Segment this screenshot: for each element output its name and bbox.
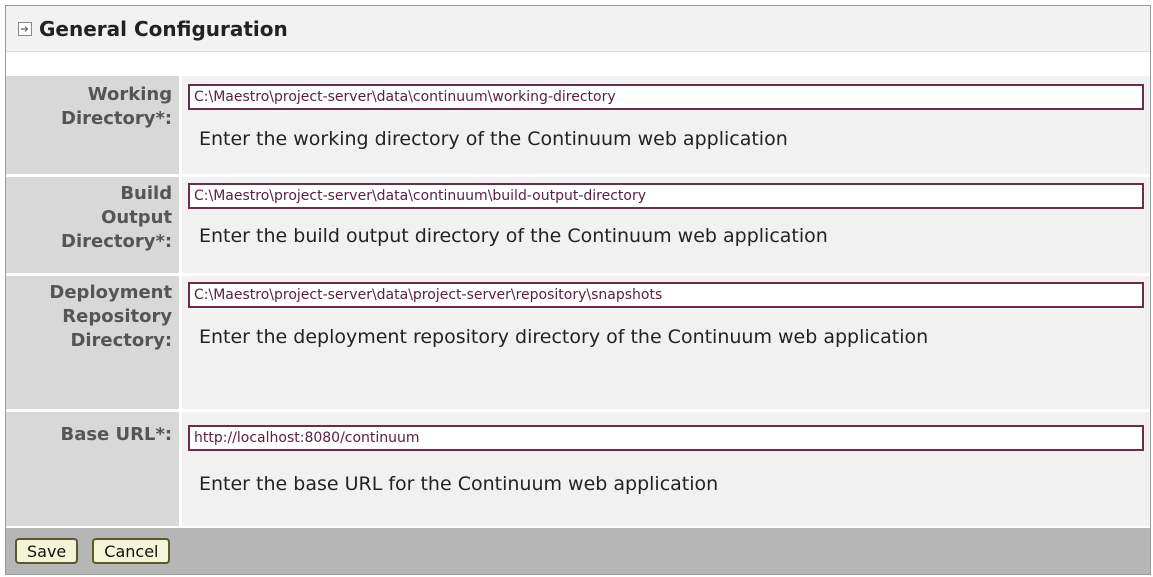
field-row-working-directory: Working Directory*: Enter the working di… bbox=[6, 73, 1150, 177]
label-line: Directory*: bbox=[61, 231, 173, 252]
label-line: Deployment bbox=[49, 282, 173, 303]
label-line: Repository bbox=[62, 306, 173, 327]
label-line: Working bbox=[87, 84, 173, 105]
label-line: Build bbox=[120, 183, 173, 204]
collapse-arrow-icon[interactable] bbox=[18, 21, 32, 36]
section-title: General Configuration bbox=[39, 16, 288, 41]
field-cell: Enter the deployment repository director… bbox=[182, 276, 1150, 412]
deployment-repository-directory-input[interactable] bbox=[188, 282, 1144, 308]
field-row-build-output-directory: Build Output Directory*: Enter the build… bbox=[6, 174, 1150, 276]
field-help-text: Enter the working directory of the Conti… bbox=[199, 128, 788, 150]
label-line: Directory*: bbox=[61, 108, 173, 129]
field-cell: Enter the build output directory of the … bbox=[182, 177, 1150, 276]
label-line: Output bbox=[101, 207, 173, 228]
working-directory-input[interactable] bbox=[188, 84, 1144, 110]
field-row-deployment-repository-directory: Deployment Repository Directory: Enter t… bbox=[6, 273, 1150, 412]
field-help-text: Enter the base URL for the Continuum web… bbox=[199, 473, 719, 495]
general-configuration-panel: General Configuration Working Directory*… bbox=[5, 5, 1151, 575]
field-cell: Enter the working directory of the Conti… bbox=[182, 76, 1150, 177]
spacer bbox=[6, 52, 1150, 72]
field-row-base-url: Base URL*: Enter the base URL for the Co… bbox=[6, 409, 1150, 528]
field-cell: Enter the base URL for the Continuum web… bbox=[182, 412, 1150, 528]
save-button[interactable]: Save bbox=[15, 538, 79, 564]
label-line: Base URL*: bbox=[60, 424, 173, 445]
field-label: Deployment Repository Directory: bbox=[6, 276, 180, 412]
label-line: Directory: bbox=[70, 330, 173, 351]
field-label: Base URL*: bbox=[6, 412, 180, 528]
cancel-button[interactable]: Cancel bbox=[92, 538, 171, 564]
base-url-input[interactable] bbox=[188, 425, 1144, 451]
section-header[interactable]: General Configuration bbox=[6, 6, 1150, 52]
form-footer: Save Cancel bbox=[6, 526, 1150, 574]
field-help-text: Enter the deployment repository director… bbox=[199, 326, 929, 348]
field-help-text: Enter the build output directory of the … bbox=[199, 225, 828, 247]
field-label: Build Output Directory*: bbox=[6, 177, 180, 276]
build-output-directory-input[interactable] bbox=[188, 183, 1144, 209]
field-label: Working Directory*: bbox=[6, 76, 180, 177]
